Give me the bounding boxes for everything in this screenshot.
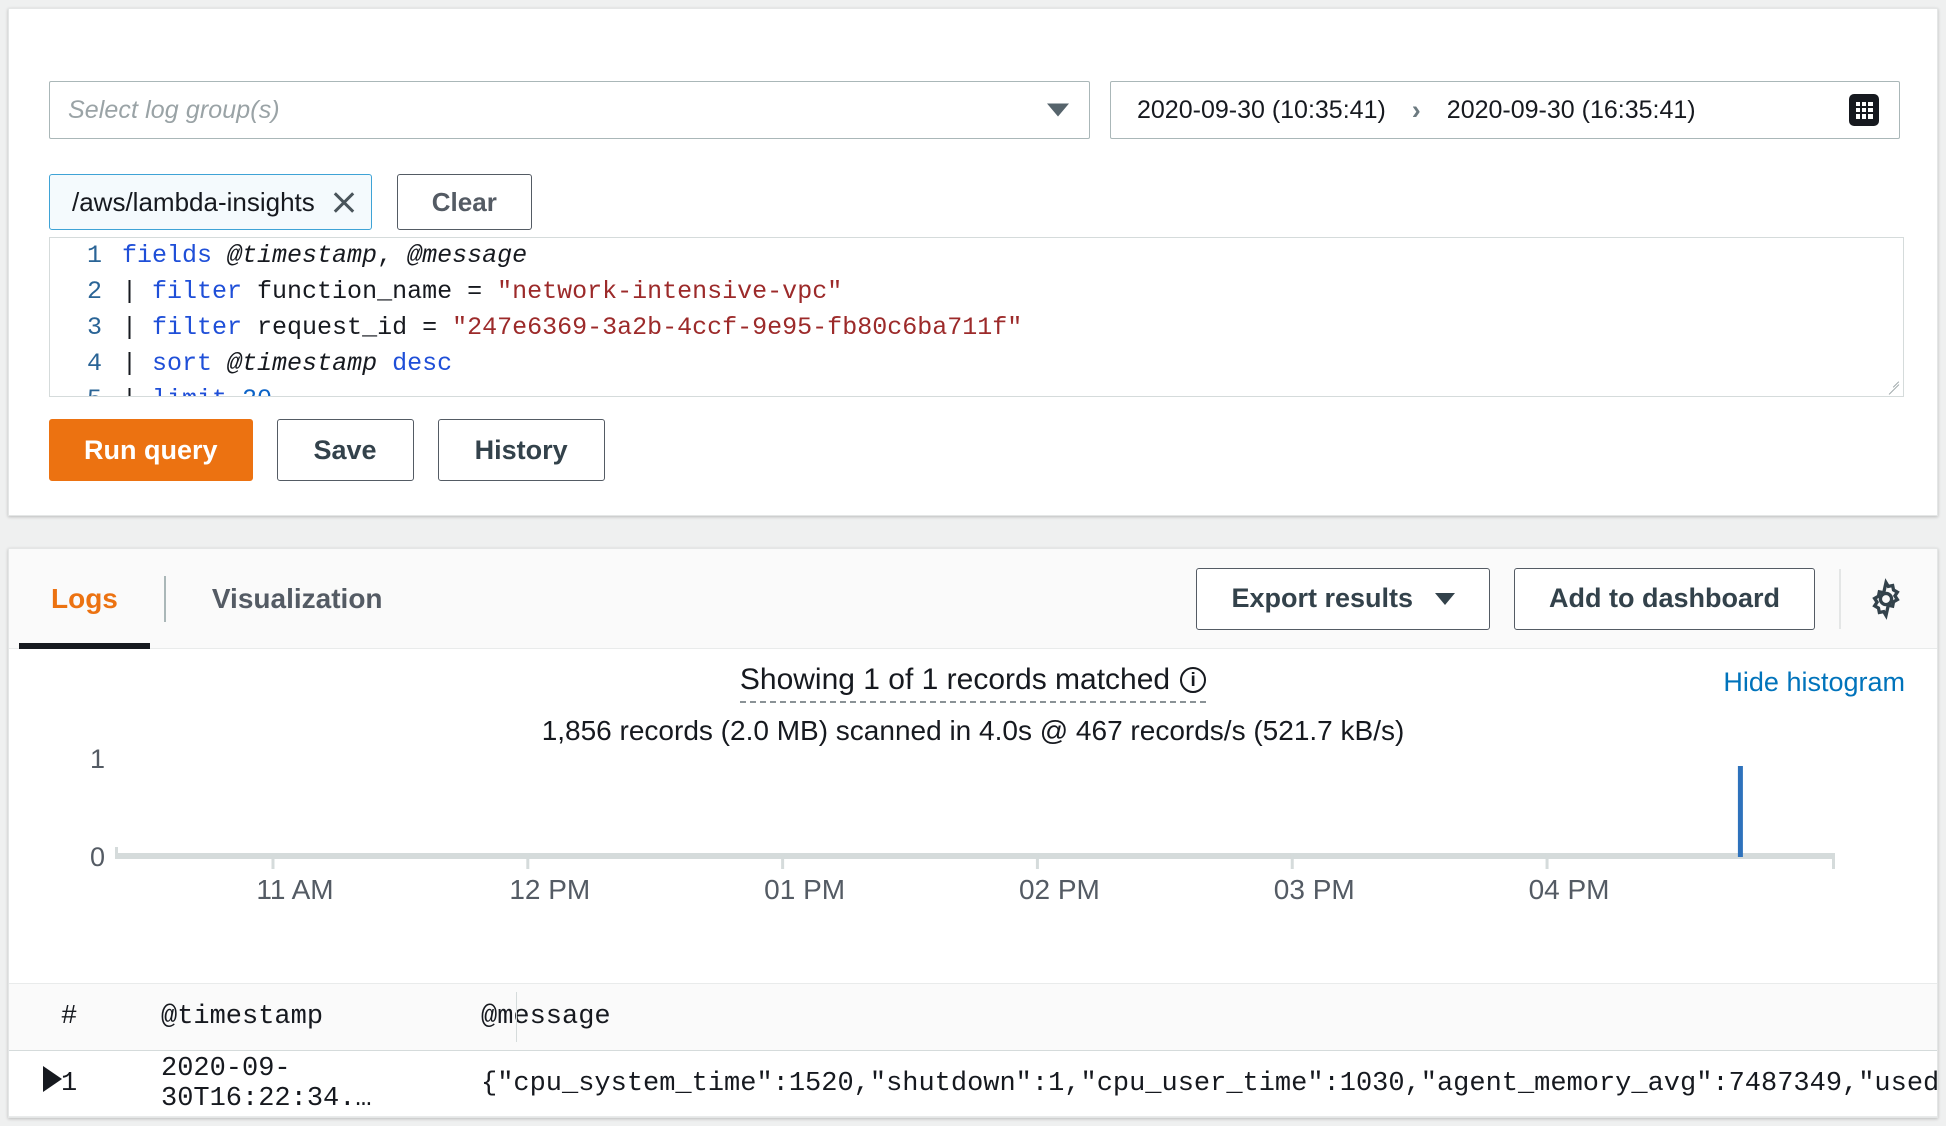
- x-tick-label: 03 PM: [1274, 874, 1355, 905]
- export-results-button[interactable]: Export results: [1196, 568, 1490, 630]
- query-editor-line: 3| filter request_id = "247e6369-3a2b-4c…: [50, 310, 1903, 346]
- query-panel: Select log group(s) 2020-09-30 (10:35:41…: [8, 8, 1938, 516]
- histogram-bar[interactable]: [1738, 766, 1743, 857]
- query-editor-lines: 1fields @timestamp, @message2| filter fu…: [50, 238, 1903, 397]
- chevron-down-icon: [1435, 593, 1455, 605]
- table-header-message: @message: [481, 1002, 1937, 1032]
- date-range-picker[interactable]: 2020-09-30 (10:35:41) › 2020-09-30 (16:3…: [1110, 81, 1900, 139]
- line-code: | sort @timestamp desc: [122, 346, 452, 382]
- line-number: 2: [50, 274, 122, 310]
- export-results-label: Export results: [1231, 583, 1413, 614]
- add-to-dashboard-button[interactable]: Add to dashboard: [1514, 568, 1815, 630]
- date-range-separator-icon: ›: [1412, 95, 1421, 126]
- x-tick-mark: [271, 853, 274, 869]
- records-matched-group: Showing 1 of 1 records matched i: [740, 663, 1206, 703]
- date-range-end: 2020-09-30 (16:35:41): [1447, 96, 1696, 125]
- log-group-chip-label: /aws/lambda-insights: [72, 187, 315, 218]
- histogram-chart: 1 0 11 AM 12 PM 01 PM 02 PM 03 PM 04 PM: [9, 733, 1937, 933]
- query-editor-line: 1fields @timestamp, @message: [50, 238, 1903, 274]
- x-tick-label: 11 AM: [256, 874, 333, 905]
- row-expand-cell[interactable]: [9, 1066, 61, 1101]
- table-row[interactable]: 1 2020-09-30T16:22:34.… {"cpu_system_tim…: [9, 1051, 1937, 1117]
- table-header-row: # @timestamp @message: [9, 983, 1937, 1051]
- save-button[interactable]: Save: [277, 419, 414, 481]
- results-summary: Showing 1 of 1 records matched i 1,856 r…: [9, 649, 1937, 727]
- actions-divider: [1839, 569, 1841, 629]
- x-tick-label: 12 PM: [509, 874, 590, 905]
- tab-visualization[interactable]: Visualization: [170, 549, 425, 649]
- row-timestamp: 2020-09-30T16:22:34.…: [161, 1054, 481, 1114]
- query-editor-line: 5| limit 20: [50, 382, 1903, 397]
- results-table: # @timestamp @message 1 2020-09-30T16:22…: [9, 983, 1937, 1117]
- x-tick-label: 04 PM: [1529, 874, 1610, 905]
- tab-logs[interactable]: Logs: [9, 549, 160, 649]
- row-message: {"cpu_system_time":1520,"shutdown":1,"cp…: [481, 1069, 1937, 1099]
- y-tick-label: 1: [90, 744, 105, 774]
- table-header-index: #: [61, 1002, 161, 1032]
- x-tick-label: 02 PM: [1019, 874, 1100, 905]
- history-button[interactable]: History: [438, 419, 605, 481]
- records-matched-row: Showing 1 of 1 records matched i: [9, 663, 1937, 703]
- line-code: fields @timestamp, @message: [122, 238, 527, 274]
- query-editor[interactable]: 1fields @timestamp, @message2| filter fu…: [49, 237, 1904, 397]
- query-toolbar: Select log group(s) 2020-09-30 (10:35:41…: [49, 81, 1900, 139]
- selected-log-groups: /aws/lambda-insights Clear: [49, 174, 532, 230]
- line-number: 4: [50, 346, 122, 382]
- query-actions: Run query Save History: [49, 419, 605, 481]
- header-divider: [516, 992, 517, 1042]
- records-matched-text: Showing 1 of 1 records matched: [740, 663, 1170, 697]
- row-index: 1: [61, 1069, 161, 1099]
- tab-divider: [164, 576, 166, 622]
- date-range-start: 2020-09-30 (10:35:41): [1137, 96, 1386, 125]
- x-tick-mark: [526, 853, 529, 869]
- chevron-down-icon: [1047, 104, 1069, 117]
- x-ticks: 11 AM 12 PM 01 PM 02 PM 03 PM 04 PM: [256, 853, 1609, 905]
- hide-histogram-link[interactable]: Hide histogram: [1723, 667, 1905, 698]
- histogram-bars: [1738, 766, 1743, 857]
- gear-icon[interactable]: [1865, 578, 1907, 620]
- info-icon[interactable]: i: [1180, 667, 1206, 693]
- line-number: 3: [50, 310, 122, 346]
- x-tick-mark: [1036, 853, 1039, 869]
- table-header-timestamp: @timestamp: [161, 1002, 481, 1032]
- app-root: Select log group(s) 2020-09-30 (10:35:41…: [0, 0, 1946, 1126]
- query-editor-line: 4| sort @timestamp desc: [50, 346, 1903, 382]
- axis-end-tick: [1832, 853, 1835, 869]
- query-editor-line: 2| filter function_name = "network-inten…: [50, 274, 1903, 310]
- line-code: | limit 20: [122, 382, 272, 397]
- log-group-placeholder: Select log group(s): [68, 96, 280, 125]
- calendar-icon[interactable]: [1849, 94, 1879, 126]
- run-query-button[interactable]: Run query: [49, 419, 253, 481]
- x-tick-label: 01 PM: [764, 874, 845, 905]
- results-panel: Logs Visualization Export results Add to…: [8, 548, 1938, 1118]
- x-tick-mark: [1291, 853, 1294, 869]
- histogram-svg: 1 0 11 AM 12 PM 01 PM 02 PM 03 PM 04 PM: [9, 733, 1937, 933]
- axis-start-tick: [115, 847, 118, 859]
- clear-button[interactable]: Clear: [397, 174, 532, 230]
- log-group-chip[interactable]: /aws/lambda-insights: [49, 174, 372, 230]
- log-group-select[interactable]: Select log group(s): [49, 81, 1090, 139]
- y-tick-label: 0: [90, 842, 105, 872]
- x-axis-line: [115, 853, 1835, 859]
- results-tabbar: Logs Visualization Export results Add to…: [9, 549, 1937, 649]
- close-icon[interactable]: [331, 189, 357, 215]
- line-number: 5: [50, 382, 122, 397]
- line-code: | filter request_id = "247e6369-3a2b-4cc…: [122, 310, 1022, 346]
- editor-resize-handle[interactable]: [1885, 378, 1901, 394]
- line-code: | filter function_name = "network-intens…: [122, 274, 842, 310]
- x-tick-mark: [781, 853, 784, 869]
- x-tick-mark: [1546, 853, 1549, 869]
- results-actions: Export results Add to dashboard: [1196, 568, 1937, 630]
- triangle-right-icon[interactable]: [43, 1066, 62, 1092]
- line-number: 1: [50, 238, 122, 274]
